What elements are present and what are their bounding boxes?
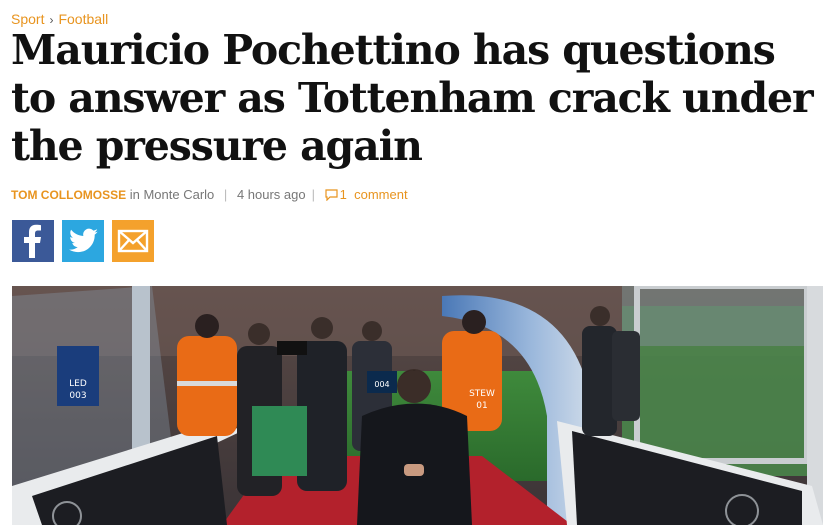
byline-location: in Monte Carlo [129, 187, 215, 202]
byline-divider: | [311, 187, 315, 202]
twitter-icon [69, 228, 98, 253]
breadcrumb-sport-link[interactable]: Sport [11, 11, 44, 27]
byline-divider: | [223, 187, 228, 202]
breadcrumb-separator: › [49, 13, 54, 27]
email-share-button[interactable] [112, 220, 154, 262]
svg-text:01: 01 [476, 401, 487, 411]
twitter-share-button[interactable] [62, 220, 104, 262]
author-link[interactable]: TOM COLLOMOSSE [11, 188, 126, 202]
breadcrumb: Sport › Football [11, 11, 108, 27]
breadcrumb-football-link[interactable]: Football [58, 11, 108, 27]
article-photo: LED 003 STEW 01 004 [12, 286, 823, 525]
article-headline: Mauricio Pochettino has questions to ans… [11, 26, 814, 170]
photo-illustration: LED 003 STEW 01 004 [12, 286, 823, 525]
svg-text:STEW: STEW [469, 389, 495, 399]
byline-time: 4 hours ago [236, 187, 306, 202]
svg-text:LED: LED [69, 379, 87, 389]
share-bar [12, 220, 154, 262]
comment-icon [325, 189, 338, 201]
comment-label: comment [354, 187, 408, 202]
svg-text:003: 003 [69, 391, 86, 401]
byline: TOM COLLOMOSSE in Monte Carlo | 4 hours … [11, 187, 408, 202]
email-icon [117, 229, 149, 253]
comments-link[interactable]: 1 comment [325, 187, 408, 202]
facebook-share-button[interactable] [12, 220, 54, 262]
facebook-icon [24, 224, 41, 258]
svg-text:004: 004 [374, 380, 389, 389]
comment-count: 1 [339, 187, 347, 202]
